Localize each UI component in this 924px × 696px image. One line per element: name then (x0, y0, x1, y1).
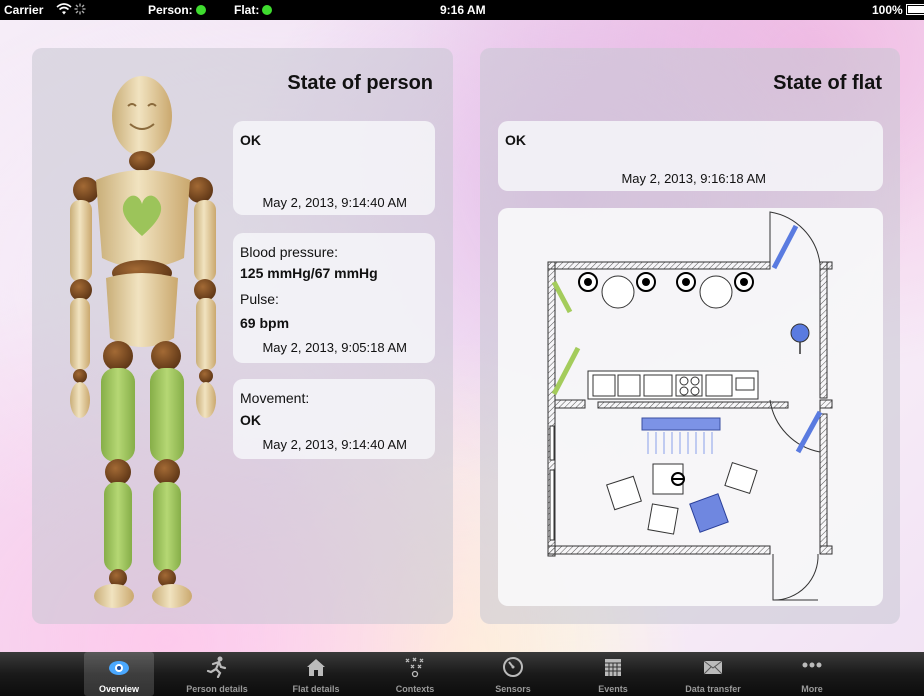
house-icon (307, 659, 325, 676)
tab-data-transfer[interactable]: Data transfer (678, 652, 748, 696)
tab-label: Sensors (495, 684, 531, 694)
contexts-icon (405, 657, 424, 678)
tab-label: Events (598, 684, 628, 694)
person-status-indicator (195, 5, 206, 15)
flat-status-label: Flat: (234, 3, 260, 17)
tab-bar: Overview Person details Flat details Con… (0, 652, 924, 696)
tab-label: Data transfer (685, 684, 741, 694)
figure-left-thigh (101, 368, 135, 462)
movement-label: Movement: (240, 390, 310, 406)
figure-head (112, 76, 172, 156)
flat-status: Flat: (234, 3, 273, 17)
person-state-status: OK (240, 132, 261, 148)
person-figure[interactable] (56, 68, 236, 613)
wifi-icon (56, 3, 72, 18)
person-panel-title: State of person (287, 72, 433, 94)
activity-spinner-icon (74, 3, 86, 18)
active-device (641, 417, 721, 431)
active-chair (689, 493, 729, 533)
figure-right-thigh (150, 368, 184, 462)
figure-left-shin (104, 482, 132, 572)
tab-sensors[interactable]: Sensors (478, 652, 548, 696)
flat-state-timestamp: May 2, 2013, 9:16:18 AM (621, 171, 766, 186)
person-state-timestamp: May 2, 2013, 9:14:40 AM (262, 195, 407, 210)
tab-label: Overview (98, 684, 140, 694)
movement-status: OK (240, 412, 261, 428)
blood-pressure-label: Blood pressure: (240, 244, 339, 260)
tab-label: Flat details (292, 684, 340, 694)
tab-label: Person details (186, 684, 248, 694)
tab-overview[interactable]: Overview (84, 652, 154, 696)
movement-card[interactable]: Movement: OK May 2, 2013, 9:14:40 AM (233, 379, 435, 459)
clock: 9:16 AM (440, 3, 486, 17)
flat-state-status: OK (505, 132, 526, 148)
flat-status-indicator (262, 5, 273, 15)
eye-icon (109, 661, 129, 675)
person-state-card[interactable]: OK May 2, 2013, 9:14:40 AM (233, 121, 435, 215)
tab-contexts[interactable]: Contexts (380, 652, 450, 696)
tab-label: More (801, 684, 823, 694)
calendar-icon (605, 659, 621, 676)
figure-right-shin (153, 482, 181, 572)
door-sensor (795, 410, 823, 454)
person-panel: State of person OK May 2, 2013, 9:14:40 … (32, 48, 453, 624)
status-bar: Carrier Person: Flat: 9:16 AM 100% (0, 0, 924, 20)
battery-percent: 100% (872, 3, 903, 17)
tab-flat-details[interactable]: Flat details (281, 652, 351, 696)
running-person-icon (206, 656, 227, 678)
flat-state-card[interactable]: OK May 2, 2013, 9:16:18 AM (498, 121, 883, 191)
tab-events[interactable]: Events (578, 652, 648, 696)
location-pin-icon (790, 323, 810, 354)
person-status: Person: (148, 3, 206, 17)
pulse-value: 69 bpm (240, 315, 290, 331)
tab-more[interactable]: More (777, 652, 847, 696)
tab-person-details[interactable]: Person details (182, 652, 252, 696)
blood-pressure-value: 125 mmHg/67 mmHg (240, 265, 378, 281)
battery-icon (905, 4, 924, 15)
flat-panel: State of flat OK May 2, 2013, 9:16:18 AM (480, 48, 900, 624)
door-sensor (771, 224, 799, 270)
battery-status: 100% (872, 3, 924, 17)
tab-label: Contexts (395, 684, 435, 694)
vitals-timestamp: May 2, 2013, 9:05:18 AM (262, 340, 407, 355)
pulse-label: Pulse: (240, 291, 279, 307)
person-status-label: Person: (148, 3, 193, 17)
more-dots-icon (802, 662, 822, 668)
envelope-icon (703, 660, 723, 675)
floor-plan-card[interactable] (498, 208, 883, 606)
window-sensor (551, 346, 581, 396)
floor-plan[interactable] (498, 208, 883, 606)
gauge-icon (503, 657, 523, 677)
carrier-label: Carrier (4, 3, 44, 17)
vitals-card[interactable]: Blood pressure: 125 mmHg/67 mmHg Pulse: … (233, 233, 435, 363)
flat-panel-title: State of flat (773, 72, 882, 94)
movement-timestamp: May 2, 2013, 9:14:40 AM (262, 437, 407, 452)
window-sensor (551, 280, 573, 314)
